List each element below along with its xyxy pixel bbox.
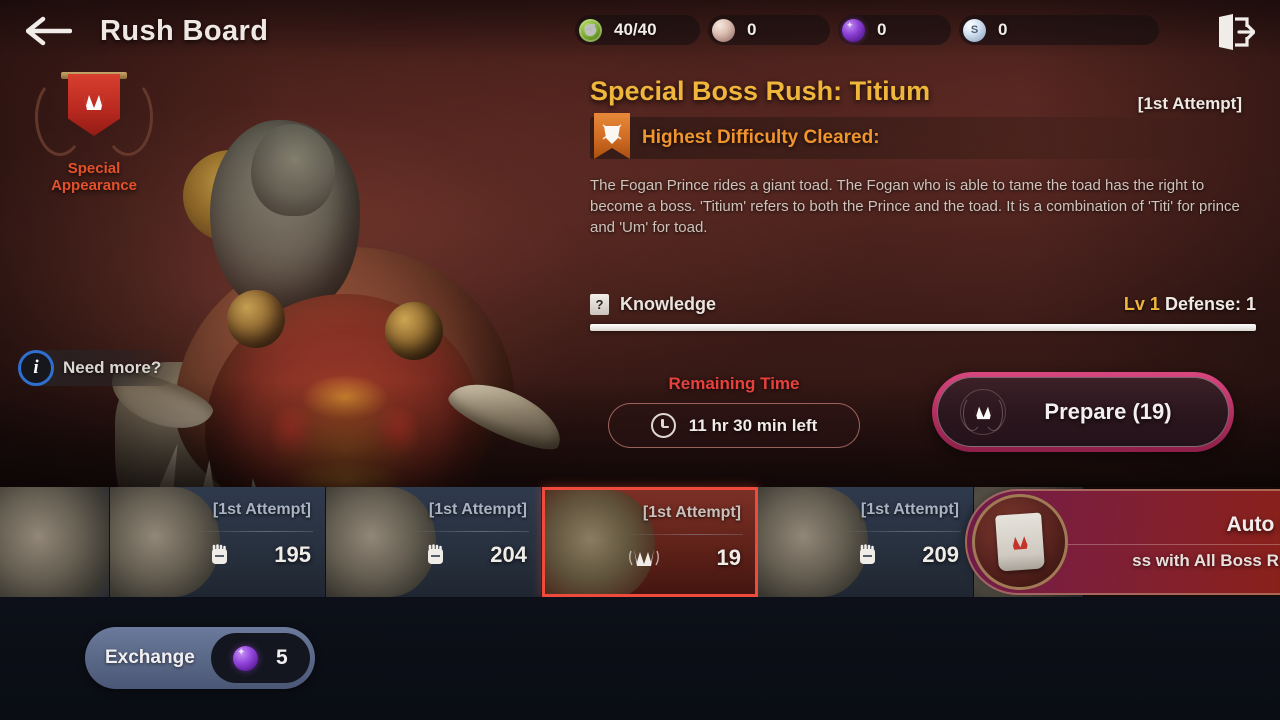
prepare-button[interactable]: Prepare (19)	[932, 372, 1234, 452]
auto-start-divider	[1068, 544, 1280, 545]
exchange-cost-value: 5	[276, 646, 288, 669]
prepare-label: Prepare (19)	[1044, 399, 1172, 424]
boss-card-separator	[841, 531, 961, 532]
boss-card-attempt: [1st Attempt]	[428, 501, 527, 518]
highest-difficulty-row: Highest Difficulty Cleared:	[590, 113, 1256, 159]
boss-card-stat: 209	[819, 542, 959, 568]
laurel-wreath-icon	[33, 72, 155, 156]
page-title: Rush Board	[100, 14, 269, 47]
boss-card-3[interactable]: [1st Attempt] 209	[758, 487, 974, 597]
boss-card-separator	[193, 531, 313, 532]
ribbon-shield-icon	[594, 113, 630, 159]
auto-start-subtitle: ss with All Boss Rushes	[1132, 551, 1280, 570]
exchange-cost: 5	[210, 633, 310, 683]
boss-card-1[interactable]: [1st Attempt] 204	[326, 487, 542, 597]
scroll-crown-icon	[972, 494, 1068, 590]
boss-description: The Fogan Prince rides a giant toad. The…	[590, 177, 1240, 236]
crown-laurel-icon	[960, 389, 1006, 435]
boss-card-separator	[409, 531, 529, 532]
clock-icon	[650, 413, 676, 438]
auto-start-title: Auto Start	[1226, 513, 1280, 536]
top-bar: Rush Board	[0, 0, 1280, 62]
question-book-icon[interactable]: ?	[590, 294, 609, 315]
boss-card-value: 19	[716, 545, 741, 570]
info-icon: i	[18, 350, 54, 386]
remaining-time-title: Remaining Time	[668, 374, 800, 393]
boss-card-value: 195	[274, 542, 311, 567]
rush-board-screen: Rush Board 40/40 0 0 0	[0, 0, 1280, 720]
knowledge-level: Lv 1	[1123, 294, 1160, 314]
highest-difficulty-label: Highest Difficulty Cleared:	[642, 127, 880, 148]
exchange-button[interactable]: Exchange 5	[85, 627, 315, 689]
gem-icon	[233, 645, 259, 671]
crown-laurel-icon	[629, 549, 659, 566]
knowledge-label: Knowledge	[620, 294, 717, 314]
knowledge-progress-bar	[590, 324, 1256, 331]
fist-icon	[860, 544, 875, 564]
remaining-time-block: Remaining Time 11 hr 30 min left	[608, 374, 860, 448]
auto-start-panel[interactable]: Auto Start ss with All Boss Rushes	[965, 489, 1280, 595]
boss-card-separator	[623, 534, 743, 535]
boss-card-art	[545, 490, 655, 594]
knowledge-block: ? Knowledge Lv 1 Defense: 1	[590, 294, 1256, 331]
boss-card-partial-left[interactable]	[0, 487, 110, 597]
back-button[interactable]	[18, 0, 80, 62]
special-appearance-label: Special Appearance	[51, 160, 137, 194]
knowledge-defense: Defense: 1	[1164, 294, 1256, 314]
knowledge-stats: Lv 1 Defense: 1	[1124, 294, 1256, 315]
boss-info-panel: Special Boss Rush: Titium [1st Attempt] …	[590, 76, 1256, 238]
fist-icon	[428, 544, 443, 564]
boss-card-value: 209	[922, 542, 959, 567]
boss-card-attempt: [1st Attempt]	[212, 501, 311, 518]
boss-card-attempt: [1st Attempt]	[642, 504, 741, 521]
boss-card-art	[0, 487, 109, 597]
boss-card-value: 204	[490, 542, 527, 567]
boss-card-attempt: [1st Attempt]	[860, 501, 959, 518]
need-more-button[interactable]: i Need more?	[18, 350, 178, 386]
arrow-left-icon	[26, 16, 72, 46]
special-appearance-badge: Special Appearance	[24, 72, 164, 194]
exchange-label: Exchange	[105, 647, 195, 668]
need-more-label: Need more?	[63, 358, 162, 377]
boss-card-stat: 19	[601, 545, 741, 571]
boss-card-stat: 204	[387, 542, 527, 568]
bottom-bar: Exchange 5 No. of Stamps: 0 / 3	[0, 597, 1280, 720]
boss-title: Special Boss Rush: Titium	[590, 76, 931, 106]
crest-crown-icon	[68, 74, 120, 136]
boss-card-0[interactable]: [1st Attempt] 195	[110, 487, 326, 597]
fist-icon	[212, 544, 227, 564]
remaining-time-pill: 11 hr 30 min left	[608, 403, 860, 448]
boss-card-stat: 195	[171, 542, 311, 568]
boss-attempt-tag: [1st Attempt]	[1137, 94, 1242, 113]
remaining-time-value: 11 hr 30 min left	[688, 415, 818, 435]
boss-card-2-selected[interactable]: [1st Attempt] 19	[542, 487, 758, 597]
